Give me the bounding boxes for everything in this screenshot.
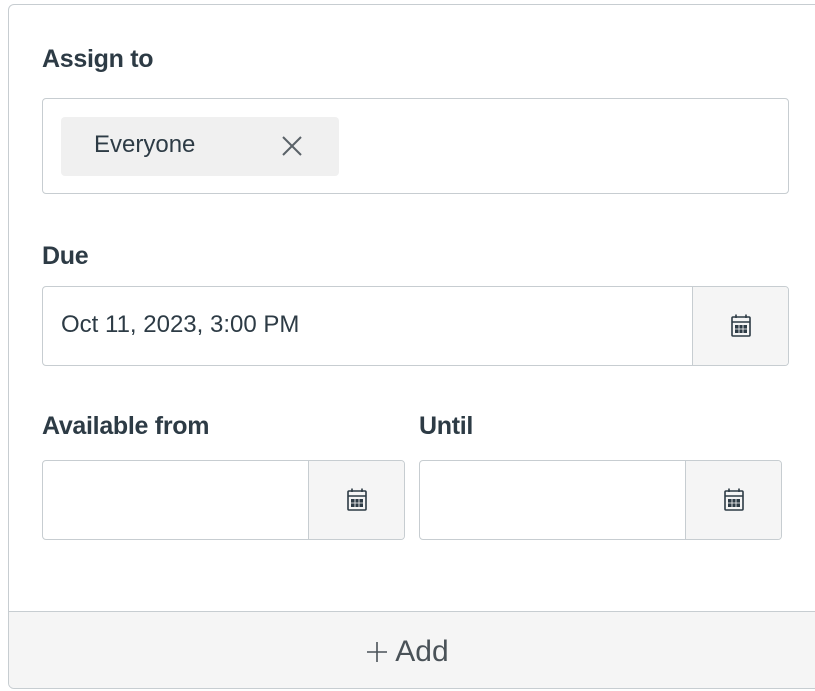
- until-input[interactable]: [419, 460, 782, 540]
- available-from-calendar-button[interactable]: [308, 461, 404, 539]
- assign-card: Assign to Everyone Due Oct 11, 2023, 3:0…: [8, 4, 815, 689]
- until-calendar-button[interactable]: [685, 461, 781, 539]
- due-calendar-button[interactable]: [692, 287, 788, 365]
- due-label: Due: [42, 242, 89, 270]
- available-from-label: Available from: [42, 412, 210, 440]
- calendar-icon: [730, 314, 751, 337]
- until-label: Until: [419, 412, 474, 440]
- add-button[interactable]: Add: [9, 611, 815, 688]
- plus-icon: [367, 641, 388, 662]
- close-icon[interactable]: [279, 133, 305, 159]
- assign-to-input[interactable]: Everyone: [42, 98, 789, 194]
- due-date-value: Oct 11, 2023, 3:00 PM: [61, 311, 300, 338]
- calendar-icon: [723, 488, 744, 511]
- add-label: Add: [395, 634, 449, 668]
- everyone-tag[interactable]: Everyone: [61, 117, 339, 176]
- tag-label: Everyone: [94, 131, 196, 158]
- available-from-input[interactable]: [42, 460, 405, 540]
- calendar-icon: [346, 488, 367, 511]
- due-date-input[interactable]: Oct 11, 2023, 3:00 PM: [42, 286, 789, 366]
- assign-to-label: Assign to: [42, 45, 154, 73]
